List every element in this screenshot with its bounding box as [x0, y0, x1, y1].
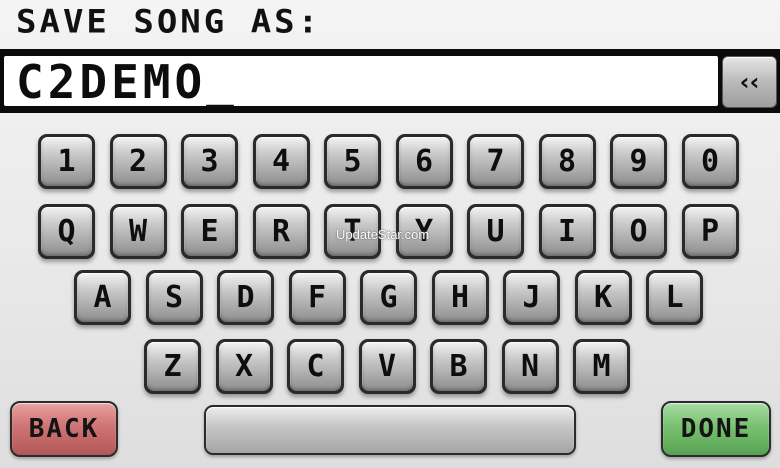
- key-label: D: [220, 273, 271, 322]
- backspace-button[interactable]: ‹‹: [723, 57, 776, 107]
- key-label: N: [504, 342, 556, 391]
- key-label: J: [506, 273, 557, 322]
- key-y[interactable]: Y: [395, 204, 453, 259]
- key-k[interactable]: K: [574, 270, 632, 325]
- song-name-input[interactable]: C2DEMO_: [16, 55, 238, 109]
- key-label: S: [148, 273, 200, 322]
- key-p[interactable]: P: [681, 204, 739, 259]
- backspace-icon: ‹‹: [739, 68, 760, 96]
- key-n[interactable]: N: [501, 339, 559, 394]
- done-button[interactable]: DONE: [661, 401, 771, 457]
- key-label: R: [255, 207, 307, 256]
- key-label: H: [434, 273, 486, 322]
- key-s[interactable]: S: [145, 270, 203, 325]
- back-button[interactable]: BACK: [10, 401, 118, 457]
- key-8[interactable]: 8: [538, 134, 596, 189]
- key-label: I: [541, 207, 593, 256]
- key-label: Q: [41, 207, 92, 256]
- key-u[interactable]: U: [467, 204, 524, 259]
- key-o[interactable]: O: [610, 204, 667, 259]
- key-7[interactable]: 7: [467, 134, 524, 189]
- key-6[interactable]: 6: [395, 134, 453, 189]
- key-label: O: [613, 207, 664, 256]
- key-label: V: [361, 342, 413, 391]
- key-e[interactable]: E: [181, 204, 238, 259]
- key-label: T: [327, 207, 378, 256]
- key-label: F: [291, 273, 343, 322]
- key-label: X: [218, 342, 270, 391]
- key-d[interactable]: D: [217, 270, 274, 325]
- key-label: 0: [684, 137, 736, 186]
- key-r[interactable]: R: [252, 204, 310, 259]
- key-9[interactable]: 9: [610, 134, 667, 189]
- key-l[interactable]: L: [646, 270, 703, 325]
- key-label: Z: [147, 342, 198, 391]
- key-x[interactable]: X: [215, 339, 273, 394]
- key-label: L: [649, 273, 700, 322]
- space-bar[interactable]: [204, 405, 576, 455]
- key-v[interactable]: V: [358, 339, 416, 394]
- key-label: Y: [398, 207, 450, 256]
- key-label: B: [433, 342, 484, 391]
- key-j[interactable]: J: [503, 270, 560, 325]
- key-5[interactable]: 5: [324, 134, 381, 189]
- key-label: 3: [184, 137, 235, 186]
- key-label: C: [290, 342, 341, 391]
- key-i[interactable]: I: [538, 204, 596, 259]
- key-label: 4: [255, 137, 307, 186]
- key-label: P: [684, 207, 736, 256]
- key-2[interactable]: 2: [109, 134, 167, 189]
- key-w[interactable]: W: [109, 204, 167, 259]
- key-label: 8: [541, 137, 593, 186]
- key-t[interactable]: T: [324, 204, 381, 259]
- key-z[interactable]: Z: [144, 339, 201, 394]
- key-4[interactable]: 4: [252, 134, 310, 189]
- page-title: SAVE SONG AS:: [16, 3, 322, 41]
- key-q[interactable]: Q: [38, 204, 95, 259]
- key-label: 6: [398, 137, 450, 186]
- key-label: K: [577, 273, 629, 322]
- key-c[interactable]: C: [287, 339, 344, 394]
- key-label: G: [363, 273, 414, 322]
- key-1[interactable]: 1: [38, 134, 95, 189]
- key-label: 2: [112, 137, 164, 186]
- key-g[interactable]: G: [360, 270, 417, 325]
- key-label: W: [112, 207, 164, 256]
- key-label: E: [184, 207, 235, 256]
- key-label: 9: [613, 137, 664, 186]
- key-3[interactable]: 3: [181, 134, 238, 189]
- key-h[interactable]: H: [431, 270, 489, 325]
- key-a[interactable]: A: [74, 270, 131, 325]
- key-f[interactable]: F: [288, 270, 346, 325]
- key-label: A: [77, 273, 128, 322]
- key-m[interactable]: M: [573, 339, 630, 394]
- key-label: 1: [41, 137, 92, 186]
- key-b[interactable]: B: [430, 339, 487, 394]
- key-label: U: [470, 207, 521, 256]
- key-label: 7: [470, 137, 521, 186]
- key-label: M: [576, 342, 627, 391]
- key-0[interactable]: 0: [681, 134, 739, 189]
- key-label: 5: [327, 137, 378, 186]
